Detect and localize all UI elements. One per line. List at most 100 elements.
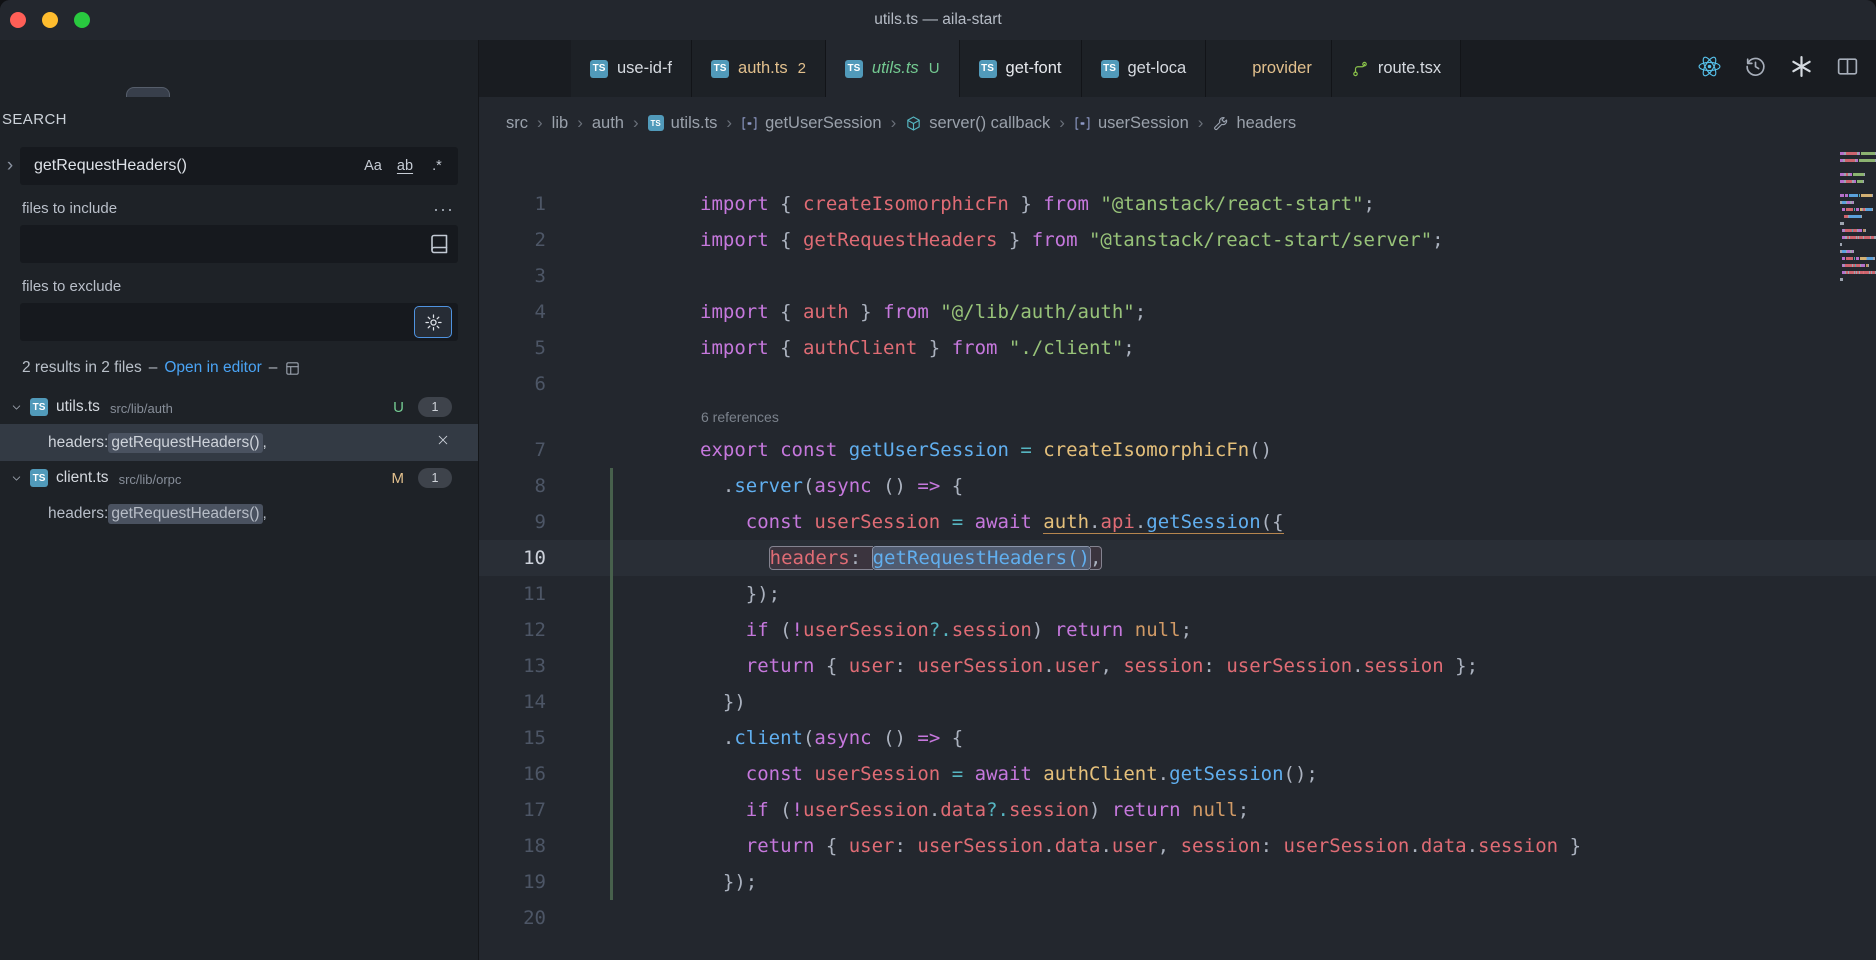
search-editor-icon[interactable] (284, 360, 301, 377)
code-line-9[interactable]: 9 const userSession = await auth.api.get… (479, 504, 1876, 540)
files-exclude-input[interactable] (32, 312, 414, 332)
match-case-toggle[interactable]: Aa (360, 153, 386, 179)
gutter (546, 684, 700, 720)
code-line-10[interactable]: 10 headers: getRequestHeaders(), (479, 540, 1876, 576)
breadcrumb-item-auth[interactable]: auth (592, 114, 624, 133)
code-lines: 1 import { createIsomorphicFn } from "@ta… (479, 149, 1876, 936)
breadcrumb-item-userSession[interactable]: userSession (1074, 114, 1189, 133)
exclude-settings-gear-icon[interactable] (414, 306, 452, 338)
timeline-history-button[interactable] (1743, 54, 1768, 84)
match-count-badge: 1 (418, 468, 452, 488)
gutter (546, 432, 700, 468)
code-editor[interactable]: 1 import { createIsomorphicFn } from "@ta… (479, 149, 1876, 960)
code-text: return { user: userSession.data.user, se… (745, 835, 1582, 857)
codelens-references[interactable]: 6 references (479, 402, 1876, 432)
code-line-2[interactable]: 2 import { getRequestHeaders } from "@tan… (479, 222, 1876, 258)
code-line-17[interactable]: 17 if (!userSession.data?.session) retur… (479, 792, 1876, 828)
dismiss-match-button[interactable] (436, 433, 450, 452)
code-line-6[interactable]: 6 (479, 366, 1876, 402)
match-highlight: getRequestHeaders() (108, 432, 263, 453)
open-editors-book-icon[interactable] (428, 232, 452, 256)
breadcrumb-item-utils.ts[interactable]: TS utils.ts (647, 114, 717, 133)
split-editor-button[interactable] (1835, 54, 1860, 84)
code-text: if (!userSession?.session) return null; (745, 619, 1193, 641)
code-line-19[interactable]: 19 }); (479, 864, 1876, 900)
breadcrumb-label: lib (551, 113, 569, 132)
code-line-20[interactable]: 20 (479, 900, 1876, 936)
breadcrumb-separator: › (890, 113, 897, 132)
react-devtools-button[interactable] (1697, 54, 1722, 84)
gutter (546, 828, 700, 864)
tab-get-loca[interactable]: TS get-loca (1081, 40, 1207, 97)
gutter (546, 540, 700, 576)
search-sidebar: SEARCH › Aa ab .* files to include ··· f… (0, 97, 478, 960)
whole-word-toggle[interactable]: ab (392, 153, 418, 179)
tab-label: get-loca (1127, 59, 1187, 77)
minimap-line (1840, 236, 1876, 239)
code-line-1[interactable]: 1 import { createIsomorphicFn } from "@ta… (479, 186, 1876, 222)
gutter (546, 366, 700, 402)
code-text: import { getRequestHeaders } from "@tans… (700, 229, 1444, 251)
minimap-line (1840, 215, 1876, 218)
breadcrumb: src › lib › auth › TS utils.ts › getUserSession › s… (479, 97, 1876, 149)
tab-use-id-f[interactable]: TS use-id-f (571, 40, 693, 97)
breadcrumb-item-getUserSession[interactable]: getUserSession (741, 114, 882, 133)
match-prefix: headers: (48, 433, 109, 451)
tab-utils.ts[interactable]: TS utils.ts U (825, 40, 960, 97)
close-window-button[interactable] (10, 12, 26, 28)
panel-title: SEARCH (2, 111, 67, 128)
search-result-match-row[interactable]: headers: getRequestHeaders(), (0, 495, 478, 532)
code-line-13[interactable]: 13 return { user: userSession.user, sess… (479, 648, 1876, 684)
breadcrumb-item-src[interactable]: src (506, 114, 528, 133)
code-line-8[interactable]: 8 .server(async () => { (479, 468, 1876, 504)
code-line-16[interactable]: 16 const userSession = await authClient.… (479, 756, 1876, 792)
code-text: return { user: userSession.user, session… (745, 655, 1479, 677)
symbol-field-icon (741, 115, 758, 132)
files-include-input[interactable] (32, 234, 428, 254)
minimap-line (1840, 173, 1876, 176)
line-number: 10 (523, 547, 546, 569)
tab-auth.ts[interactable]: TS auth.ts 2 (692, 40, 826, 97)
tab-get-font[interactable]: TS get-font (959, 40, 1082, 97)
line-number: 15 (523, 727, 546, 749)
code-line-11[interactable]: 11 }); (479, 576, 1876, 612)
search-result-file-row[interactable]: TS client.ts src/lib/orpc M 1 (0, 461, 478, 495)
search-input-box: Aa ab .* (20, 147, 458, 185)
code-text: .client(async () => { (700, 727, 964, 749)
code-line-15[interactable]: 15 .client(async () => { (479, 720, 1876, 756)
code-line-18[interactable]: 18 return { user: userSession.data.user,… (479, 828, 1876, 864)
code-line-3[interactable]: 3 (479, 258, 1876, 294)
code-line-4[interactable]: 4 import { auth } from "@/lib/auth/auth"; (479, 294, 1876, 330)
titlebar[interactable]: utils.ts — aila-start (0, 0, 1876, 41)
breadcrumb-item-headers[interactable]: headers (1212, 114, 1296, 133)
zoom-window-button[interactable] (74, 12, 90, 28)
minimap-line (1840, 222, 1876, 225)
search-result-file-row[interactable]: TS utils.ts src/lib/auth U 1 (0, 390, 478, 424)
match-suffix: , (262, 504, 267, 522)
code-text: const userSession = await authClient.get… (745, 763, 1318, 785)
tab-label: use-id-f (617, 59, 673, 77)
code-line-14[interactable]: 14 }) (479, 684, 1876, 720)
tab-label: utils.ts (871, 59, 919, 77)
search-details-dots-icon[interactable]: ··· (433, 200, 454, 218)
tab-route.tsx[interactable]: route.tsx (1331, 40, 1462, 97)
breadcrumb-item-lib[interactable]: lib (552, 114, 569, 133)
search-input[interactable] (32, 156, 354, 176)
minimap-line (1840, 271, 1876, 274)
search-result-match-row[interactable]: headers: getRequestHeaders(), (0, 424, 478, 461)
breadcrumb-item-server-callback[interactable]: server() callback (905, 114, 1050, 133)
minimap[interactable] (1840, 152, 1876, 292)
line-number: 18 (523, 835, 546, 857)
open-in-editor-link[interactable]: Open in editor (164, 359, 261, 377)
code-line-12[interactable]: 12 if (!userSession?.session) return nul… (479, 612, 1876, 648)
openai-assistant-button[interactable] (1789, 54, 1814, 84)
tab-provider[interactable]: provider (1206, 40, 1332, 97)
minimize-window-button[interactable] (42, 12, 58, 28)
code-line-7[interactable]: 7 export const getUserSession = createIso… (479, 432, 1876, 468)
code-line-5[interactable]: 5 import { authClient } from "./client"; (479, 330, 1876, 366)
git-status-letter: M (391, 469, 405, 487)
toggle-replace-chevron-icon[interactable]: › (0, 147, 20, 185)
regex-toggle[interactable]: .* (424, 153, 450, 179)
separator-dash: – (268, 359, 278, 376)
files-exclude-label: files to exclude (22, 278, 122, 295)
